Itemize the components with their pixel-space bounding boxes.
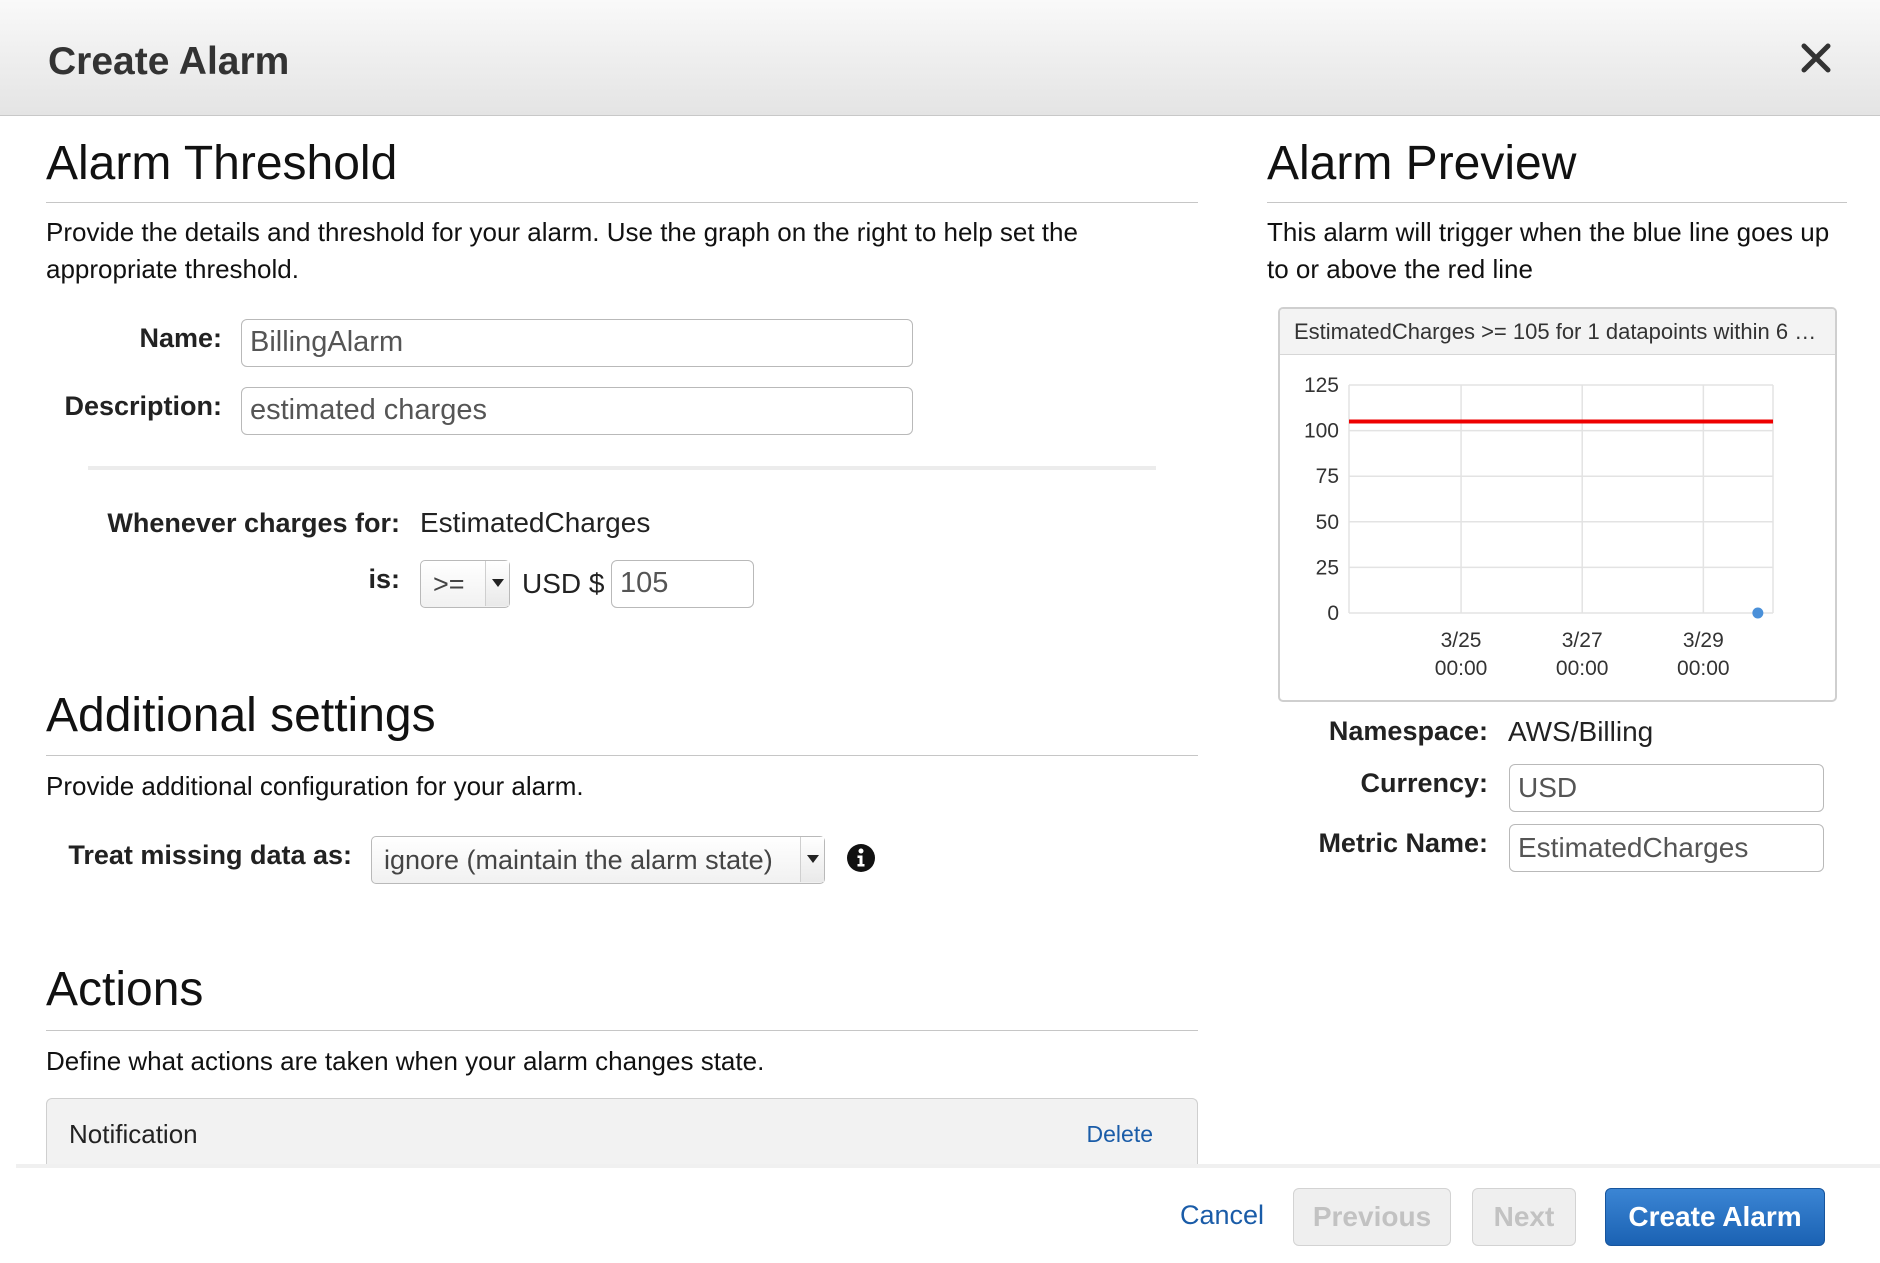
metric-name-label: Metric Name: [1318,828,1488,858]
description-input[interactable]: estimated charges [241,387,913,435]
additional-settings-heading: Additional settings [46,689,436,742]
previous-button[interactable]: Previous [1293,1188,1451,1246]
threshold-description: Provide the details and threshold for yo… [46,217,1078,284]
next-button[interactable]: Next [1472,1188,1576,1246]
footer-divider [16,1164,1880,1168]
y-tick-label: 125 [1304,374,1339,397]
actions-divider [46,1030,1198,1031]
preview-divider [1267,202,1847,203]
missing-data-select[interactable]: ignore (maintain the alarm state) [371,836,825,884]
threshold-input[interactable]: 105 [611,560,754,608]
additional-description: Provide additional configuration for you… [46,771,584,801]
is-label: is: [368,564,400,594]
create-alarm-button[interactable]: Create Alarm [1605,1188,1825,1246]
metric-value: EstimatedCharges [420,507,651,538]
close-icon[interactable] [1794,36,1838,80]
x-tick-label: 3/25 [1441,629,1482,652]
y-tick-label: 25 [1316,556,1339,579]
missing-data-label: Treat missing data as: [68,840,352,870]
metric-data-point [1752,607,1764,619]
notification-panel: Notification Delete [46,1098,1198,1168]
x-tick-label: 3/29 [1683,629,1724,652]
name-input[interactable]: BillingAlarm [241,319,913,367]
currency-prefix: USD $ [522,568,605,599]
x-tick-label: 3/27 [1562,629,1603,652]
operator-select[interactable]: >= [420,560,510,608]
currency-input[interactable]: USD [1509,764,1824,812]
alarm-threshold-heading: Alarm Threshold [46,137,398,190]
actions-heading: Actions [46,963,204,1016]
namespace-value: AWS/Billing [1508,716,1654,747]
chevron-down-icon [800,837,824,882]
cancel-link[interactable]: Cancel [1180,1200,1264,1231]
description-label: Description: [64,391,222,421]
operator-value: >= [433,569,465,599]
y-tick-label: 100 [1304,420,1339,443]
section-separator [88,466,1156,470]
chart-plot: 0 25 50 75 100 125 3/25 00:00 3/27 00:00 3/29 00:00 [1304,374,1774,680]
threshold-divider [46,202,1198,203]
info-icon[interactable] [846,843,876,873]
notification-title: Notification [69,1119,198,1149]
x-tick-label: 00:00 [1435,657,1488,680]
chart-title: EstimatedCharges >= 105 for 1 datapoints… [1280,309,1835,355]
x-tick-label: 00:00 [1677,657,1730,680]
alarm-preview-chart: EstimatedCharges >= 105 for 1 datapoints… [1278,307,1837,702]
dialog-title: Create Alarm [48,40,290,83]
currency-label: Currency: [1360,768,1488,798]
additional-divider [46,755,1198,756]
actions-description: Define what actions are taken when your … [46,1046,765,1076]
preview-description: This alarm will trigger when the blue li… [1267,217,1830,284]
alarm-preview-heading: Alarm Preview [1267,137,1577,190]
missing-data-value: ignore (maintain the alarm state) [384,845,773,875]
x-tick-label: 00:00 [1556,657,1609,680]
metric-name-input[interactable]: EstimatedCharges [1509,824,1824,872]
name-label: Name: [139,323,222,353]
y-tick-label: 75 [1316,465,1339,488]
whenever-label: Whenever charges for: [107,508,400,538]
y-tick-label: 0 [1327,602,1339,625]
delete-notification-link[interactable]: Delete [1087,1121,1153,1148]
namespace-label: Namespace: [1328,716,1488,746]
y-tick-label: 50 [1316,511,1339,534]
dialog-titlebar: Create Alarm [0,0,1880,116]
chevron-down-icon [485,561,509,606]
